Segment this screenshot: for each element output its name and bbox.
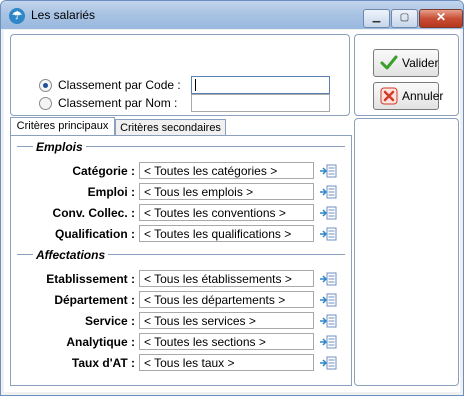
close-button[interactable]: ✕: [419, 9, 463, 28]
list-picker-icon[interactable]: [319, 272, 337, 286]
establishment-label: Etablissement :: [46, 272, 135, 286]
list-picker-icon[interactable]: [319, 356, 337, 370]
at-rate-label: Taux d'AT :: [71, 356, 135, 370]
text-caret: [195, 79, 196, 91]
validate-label: Valider: [402, 56, 439, 70]
category-field[interactable]: < Toutes les catégories >: [139, 162, 314, 179]
list-picker-icon[interactable]: [319, 335, 337, 349]
service-field[interactable]: < Tous les services >: [139, 312, 314, 329]
sort-by-name-option[interactable]: Classement par Nom :: [39, 95, 177, 111]
cancel-button[interactable]: Annuler: [373, 82, 443, 110]
right-empty-panel: [354, 118, 459, 386]
department-field[interactable]: < Tous les départements >: [139, 291, 314, 308]
group-title-affectations: Affectations: [33, 248, 109, 262]
job-label: Emploi :: [87, 185, 135, 199]
name-input[interactable]: [191, 94, 330, 112]
at-rate-field[interactable]: < Tous les taux >: [139, 354, 314, 371]
sort-by-code-label: Classement par Code :: [58, 78, 181, 92]
sort-by-name-label: Classement par Nom :: [58, 96, 178, 110]
maximize-button[interactable]: ▢: [391, 9, 418, 28]
list-picker-icon[interactable]: [319, 164, 337, 178]
action-panel: Valider Annuler: [354, 34, 459, 116]
sort-by-code-option[interactable]: Classement par Code :: [39, 77, 181, 93]
list-picker-icon[interactable]: [319, 206, 337, 220]
app-umbrella-icon: ☂: [9, 8, 25, 24]
category-label: Catégorie :: [72, 164, 135, 178]
code-input[interactable]: [191, 76, 330, 94]
sort-by-code-radio[interactable]: [39, 78, 52, 92]
analytic-label: Analytique :: [66, 335, 135, 349]
cancel-label: Annuler: [402, 89, 444, 103]
list-picker-icon[interactable]: [319, 293, 337, 307]
checkmark-icon: [380, 55, 398, 70]
service-label: Service :: [84, 314, 135, 328]
job-field[interactable]: < Tous les emplois >: [139, 183, 314, 200]
sort-panel: Classement par Code : Classement par Nom…: [10, 34, 350, 116]
list-picker-icon[interactable]: [319, 314, 337, 328]
validate-button[interactable]: Valider: [373, 49, 439, 77]
list-picker-icon[interactable]: [319, 227, 337, 241]
tab-main-criteria[interactable]: Critères principaux: [10, 117, 115, 137]
analytic-field[interactable]: < Toutes les sections >: [139, 333, 314, 350]
tab-panel: Emplois Catégorie : < Toutes les catégor…: [10, 135, 352, 386]
qualification-field[interactable]: < Toutes les qualifications >: [139, 225, 314, 242]
dialog-window: ☂ Les salariés ▁ ▢ ✕ Classement par Code…: [0, 0, 464, 396]
window-title: Les salariés: [31, 8, 96, 22]
department-label: Département :: [54, 293, 135, 307]
convention-field[interactable]: < Toutes les conventions >: [139, 204, 314, 221]
client-area: Classement par Code : Classement par Nom…: [4, 30, 460, 392]
convention-label: Conv. Collec. :: [52, 206, 135, 220]
cross-icon: [380, 87, 398, 105]
establishment-field[interactable]: < Tous les établissements >: [139, 270, 314, 287]
group-title-emplois: Emplois: [33, 140, 86, 154]
minimize-button[interactable]: ▁: [363, 9, 390, 28]
title-bar[interactable]: ☂ Les salariés ▁ ▢ ✕: [1, 1, 463, 29]
sort-by-name-radio[interactable]: [39, 96, 52, 110]
list-picker-icon[interactable]: [319, 185, 337, 199]
qualification-label: Qualification :: [54, 227, 135, 241]
